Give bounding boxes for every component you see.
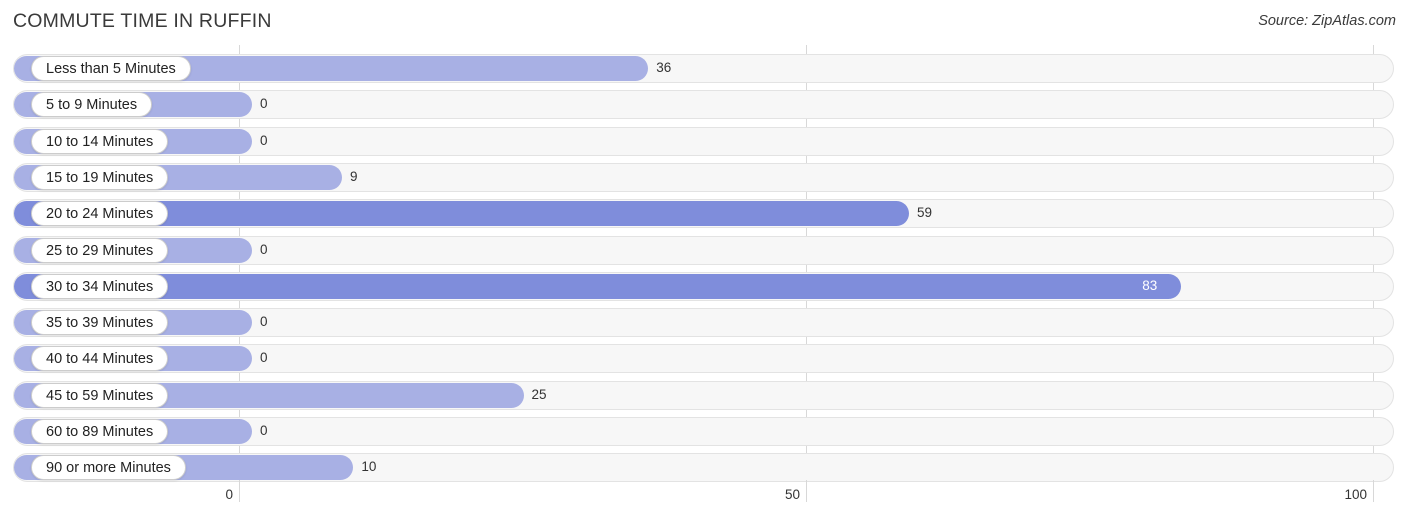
bar-row: 0 5 to 9 Minutes [13,90,1394,120]
bar-value-label: 25 [531,386,547,402]
axis-tick-label-100: 100 [1344,487,1367,502]
bar-row: 0 10 to 14 Minutes [13,126,1394,156]
bar-row: 10 90 or more Minutes [13,453,1394,483]
bar-row: 0 40 to 44 Minutes [13,344,1394,374]
category-label[interactable]: 20 to 24 Minutes [31,201,169,227]
bar-row: 59 20 to 24 Minutes [13,199,1394,229]
category-label[interactable]: Less than 5 Minutes [31,56,191,81]
category-label[interactable]: 40 to 44 Minutes [31,346,169,372]
bar-row: 36 Less than 5 Minutes [13,54,1394,83]
bar-value-label: 0 [260,132,268,148]
axis-tick-mark [239,480,240,502]
bar-row: 0 25 to 29 Minutes [13,235,1394,265]
category-label[interactable]: 15 to 19 Minutes [31,164,169,190]
category-label[interactable]: 90 or more Minutes [31,455,186,481]
chart-plot-area: 36 Less than 5 Minutes 0 5 to 9 Minutes 0 10 … [0,45,1406,485]
bar-fill[interactable] [14,273,1182,299]
category-label[interactable]: 45 to 59 Minutes [31,382,169,408]
bar-value-label: 83 [1142,277,1158,293]
category-label[interactable]: 5 to 9 Minutes [31,92,153,118]
category-label[interactable]: 30 to 34 Minutes [31,273,169,299]
category-label[interactable]: 60 to 89 Minutes [31,419,169,444]
bar-value-label: 0 [260,314,268,330]
bar-value-label: 59 [917,205,933,221]
axis-tick-label-50: 50 [784,487,800,502]
category-label[interactable]: 25 to 29 Minutes [31,237,169,263]
bar-value-label: 0 [260,96,268,112]
axis-tick-label-0: 0 [225,487,233,502]
bar-value-label: 10 [361,459,377,475]
bar-value-label: 0 [260,350,268,366]
bar-value-label: 0 [260,241,268,257]
source-attribution: Source: ZipAtlas.com [1258,13,1396,29]
x-axis: 0 50 100 [0,480,1406,523]
bar-value-label: 9 [350,168,358,184]
bar-row: 83 30 to 34 Minutes [13,271,1394,301]
page-title: COMMUTE TIME IN RUFFIN [13,10,272,32]
category-label[interactable]: 10 to 14 Minutes [31,128,169,154]
chart-header: COMMUTE TIME IN RUFFIN Source: ZipAtlas.… [0,0,1406,45]
bar-row: 25 45 to 59 Minutes [13,380,1394,410]
category-label[interactable]: 35 to 39 Minutes [31,310,169,336]
bar-rows: 36 Less than 5 Minutes 0 5 to 9 Minutes 0 10 … [0,45,1406,485]
bar-value-label: 0 [260,423,268,438]
bar-row: 0 60 to 89 Minutes [13,417,1394,446]
bar-row: 0 35 to 39 Minutes [13,308,1394,338]
bar-row: 9 15 to 19 Minutes [13,162,1394,192]
axis-tick-mark [806,480,807,502]
axis-tick-mark [1373,480,1374,502]
bar-value-label: 36 [656,60,672,75]
